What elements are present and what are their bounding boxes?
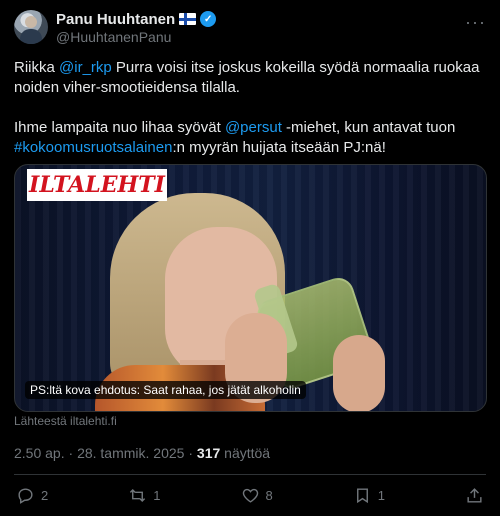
logo-text: ILTALEHTI <box>29 172 165 198</box>
mention-persut[interactable]: @persut <box>225 119 282 136</box>
author-handle[interactable]: @HuuhtanenPanu <box>56 29 216 45</box>
verified-badge-icon[interactable]: ✓ <box>200 11 217 27</box>
tweet-text: Riikka @ir_rkp Purra voisi itse joskus k… <box>14 58 490 178</box>
tweet-header: Panu Huuhtanen ✓ @HuuhtanenPanu ··· <box>14 10 486 46</box>
repost-button[interactable]: 1 <box>128 486 160 505</box>
reply-icon <box>18 487 33 504</box>
bookmark-count: 1 <box>377 487 385 503</box>
share-icon <box>467 487 482 503</box>
author-display-name[interactable]: Panu Huuhtanen <box>56 11 175 28</box>
share-button[interactable] <box>465 486 484 505</box>
action-bar: 2 1 8 1 <box>16 483 484 507</box>
like-button[interactable]: 8 <box>241 486 273 505</box>
link-source[interactable]: Lähteestä iltalehti.fi <box>14 414 117 428</box>
divider <box>14 474 486 475</box>
tweet-paragraph-1: Riikka @ir_rkp Purra voisi itse joskus k… <box>14 58 490 98</box>
text-segment: -miehet, kun antavat tuon <box>281 119 456 136</box>
repost-icon <box>130 488 146 502</box>
link-card-image[interactable]: ILTALEHTI PS:ltä kova ehdotus: Saat raha… <box>14 164 487 412</box>
meta-separator: · <box>184 445 197 461</box>
reply-button[interactable]: 2 <box>16 486 48 505</box>
repost-count: 1 <box>153 487 161 503</box>
tweet-time[interactable]: 2.50 ap. <box>14 445 65 461</box>
author-names: Panu Huuhtanen ✓ @HuuhtanenPanu <box>56 10 217 45</box>
tweet-date[interactable]: 28. tammik. 2025 <box>77 445 184 461</box>
person-hand-right <box>333 335 385 411</box>
avatar-head <box>25 16 37 28</box>
hashtag-link[interactable]: #kokoomusruotsalainen <box>14 139 172 156</box>
avatar[interactable] <box>14 10 48 44</box>
like-count: 8 <box>265 487 273 503</box>
text-segment: :n myyrän huijata itseään PJ:nä! <box>172 139 386 156</box>
link-card-caption[interactable]: PS:ltä kova ehdotus: Saat rahaa, jos jät… <box>25 381 306 399</box>
finland-flag-icon <box>179 13 197 25</box>
tweet-meta: 2.50 ap. · 28. tammik. 2025 · 317 näyttö… <box>14 445 270 461</box>
text-segment: Ihme lampaita nuo lihaa syövät <box>14 119 225 136</box>
reply-count: 2 <box>41 487 49 503</box>
author-display-name-row[interactable]: Panu Huuhtanen ✓ <box>56 10 217 28</box>
more-options-icon[interactable]: ··· <box>465 12 486 33</box>
bookmark-button[interactable]: 1 <box>353 486 385 505</box>
mention-ir-rkp[interactable]: @ir_rkp <box>59 59 112 76</box>
views-count: 317 <box>196 445 221 461</box>
text-segment: Riikka <box>14 59 60 76</box>
tweet-paragraph-2: Ihme lampaita nuo lihaa syövät @persut -… <box>14 118 490 158</box>
meta-separator: · <box>64 445 78 461</box>
iltalehti-logo: ILTALEHTI <box>27 169 167 201</box>
bookmark-icon <box>356 487 368 503</box>
heart-icon <box>242 488 258 503</box>
avatar-body <box>20 29 42 44</box>
views-label: näyttöä <box>224 445 271 461</box>
